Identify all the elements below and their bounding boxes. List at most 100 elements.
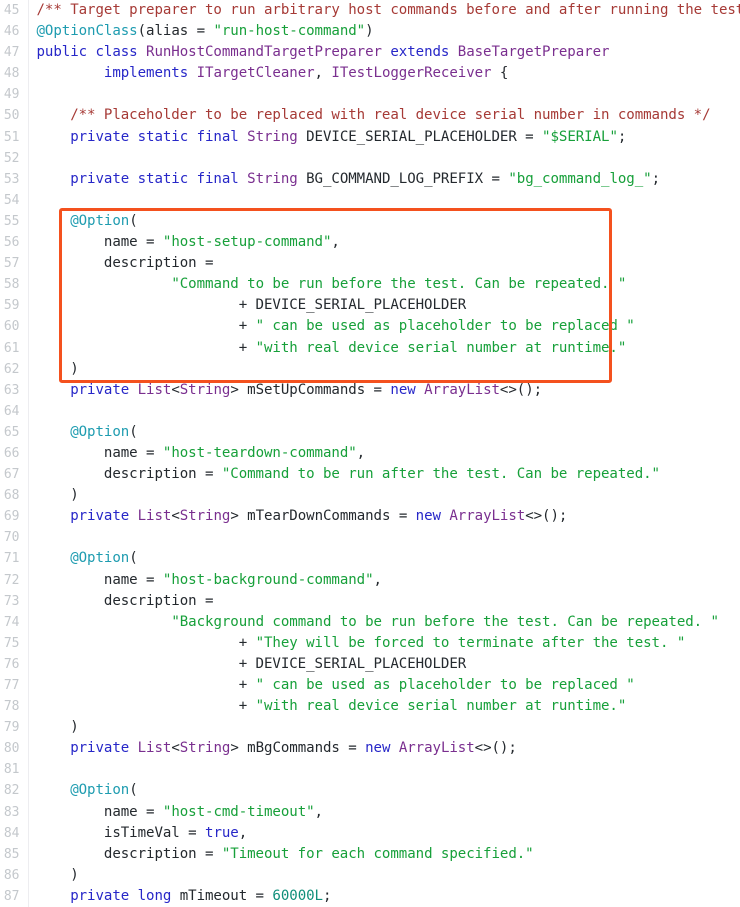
line-content[interactable]: description = "Timeout for each command … [28, 844, 740, 865]
code-line[interactable]: 75 + "They will be forced to terminate a… [0, 633, 740, 654]
token-pl: < [171, 382, 179, 398]
code-line[interactable]: 51 private static final String DEVICE_SE… [0, 127, 740, 148]
line-content[interactable]: ) [28, 359, 740, 380]
code-line[interactable]: 52 [0, 148, 740, 169]
line-content[interactable]: private List<String> mBgCommands = new A… [28, 738, 740, 759]
code-line[interactable]: 79 ) [0, 717, 740, 738]
code-line[interactable]: 50 /** Placeholder to be replaced with r… [0, 105, 740, 126]
line-number: 71 [0, 548, 28, 569]
code-line[interactable]: 57 description = [0, 253, 740, 274]
code-line[interactable]: 76 + DEVICE_SERIAL_PLACEHOLDER [0, 654, 740, 675]
line-content[interactable]: "Command to be run before the test. Can … [28, 274, 740, 295]
code-line[interactable]: 60 + " can be used as placeholder to be … [0, 316, 740, 337]
code-line[interactable]: 71 @Option( [0, 548, 740, 569]
line-content[interactable]: isTimeVal = true, [28, 823, 740, 844]
line-content[interactable]: + " can be used as placeholder to be rep… [28, 316, 740, 337]
code-line[interactable]: 83 name = "host-cmd-timeout", [0, 802, 740, 823]
code-line[interactable]: 85 description = "Timeout for each comma… [0, 844, 740, 865]
code-line[interactable]: 64 [0, 401, 740, 422]
line-content[interactable]: private long mTimeout = 60000L; [28, 886, 740, 907]
line-content[interactable]: + DEVICE_SERIAL_PLACEHOLDER [28, 654, 740, 675]
code-line[interactable]: 78 + "with real device serial number at … [0, 696, 740, 717]
code-line[interactable]: 69 private List<String> mTearDownCommand… [0, 506, 740, 527]
code-line[interactable]: 86 ) [0, 865, 740, 886]
line-content[interactable] [28, 401, 740, 422]
code-line[interactable]: 55 @Option( [0, 211, 740, 232]
code-line[interactable]: 81 [0, 759, 740, 780]
code-line[interactable]: 66 name = "host-teardown-command", [0, 443, 740, 464]
line-content[interactable]: implements ITargetCleaner, ITestLoggerRe… [28, 63, 740, 84]
line-content[interactable]: /** Placeholder to be replaced with real… [28, 105, 740, 126]
code-line[interactable]: 61 + "with real device serial number at … [0, 338, 740, 359]
line-content[interactable]: @Option( [28, 422, 740, 443]
code-line[interactable]: 72 name = "host-background-command", [0, 570, 740, 591]
code-line[interactable]: 87 private long mTimeout = 60000L; [0, 886, 740, 907]
line-content[interactable]: private static final String BG_COMMAND_L… [28, 169, 740, 190]
line-content[interactable]: + " can be used as placeholder to be rep… [28, 675, 740, 696]
token-pl: mTimeout = [180, 888, 273, 904]
line-content[interactable]: @OptionClass(alias = "run-host-command") [28, 21, 740, 42]
code-line[interactable]: 56 name = "host-setup-command", [0, 232, 740, 253]
line-content[interactable] [28, 84, 740, 105]
line-content[interactable]: name = "host-setup-command", [28, 232, 740, 253]
line-content[interactable]: + "They will be forced to terminate afte… [28, 633, 740, 654]
line-content[interactable]: @Option( [28, 548, 740, 569]
token-pl [37, 65, 104, 81]
code-line[interactable]: 46@OptionClass(alias = "run-host-command… [0, 21, 740, 42]
code-line[interactable]: 80 private List<String> mBgCommands = ne… [0, 738, 740, 759]
code-line[interactable]: 49 [0, 84, 740, 105]
line-content[interactable]: @Option( [28, 211, 740, 232]
line-content[interactable]: ) [28, 485, 740, 506]
line-content[interactable] [28, 759, 740, 780]
code-line[interactable]: 65 @Option( [0, 422, 740, 443]
token-pl: BG_COMMAND_LOG_PREFIX = [298, 171, 509, 187]
line-content[interactable]: + "with real device serial number at run… [28, 696, 740, 717]
line-content[interactable]: ) [28, 865, 740, 886]
code-line[interactable]: 48 implements ITargetCleaner, ITestLogge… [0, 63, 740, 84]
line-content[interactable]: private List<String> mSetUpCommands = ne… [28, 380, 740, 401]
line-content[interactable]: private static final String DEVICE_SERIA… [28, 127, 740, 148]
code-line[interactable]: 63 private List<String> mSetUpCommands =… [0, 380, 740, 401]
line-content[interactable]: description = "Command to be run after t… [28, 464, 740, 485]
line-content[interactable]: @Option( [28, 780, 740, 801]
token-pl: + [37, 677, 256, 693]
line-content[interactable]: /** Target preparer to run arbitrary hos… [28, 0, 740, 21]
code-line[interactable]: 67 description = "Command to be run afte… [0, 464, 740, 485]
token-pl: description = [37, 466, 222, 482]
line-content[interactable]: name = "host-teardown-command", [28, 443, 740, 464]
token-kw: extends [382, 44, 458, 60]
code-viewer[interactable]: 45/** Target preparer to run arbitrary h… [0, 0, 740, 906]
code-line[interactable]: 62 ) [0, 359, 740, 380]
line-content[interactable] [28, 190, 740, 211]
line-content[interactable] [28, 148, 740, 169]
code-line[interactable]: 47public class RunHostCommandTargetPrepa… [0, 42, 740, 63]
line-content[interactable]: + "with real device serial number at run… [28, 338, 740, 359]
code-line[interactable]: 73 description = [0, 591, 740, 612]
code-line[interactable]: 74 "Background command to be run before … [0, 612, 740, 633]
token-pl [37, 550, 71, 566]
code-line[interactable]: 68 ) [0, 485, 740, 506]
code-line[interactable]: 59 + DEVICE_SERIAL_PLACEHOLDER [0, 295, 740, 316]
line-content[interactable]: name = "host-background-command", [28, 570, 740, 591]
line-number: 83 [0, 802, 28, 823]
line-content[interactable]: + DEVICE_SERIAL_PLACEHOLDER [28, 295, 740, 316]
code-line[interactable]: 58 "Command to be run before the test. C… [0, 274, 740, 295]
line-content[interactable]: private List<String> mTearDownCommands =… [28, 506, 740, 527]
token-kw: private [70, 508, 137, 524]
code-line[interactable]: 53 private static final String BG_COMMAN… [0, 169, 740, 190]
line-content[interactable] [28, 527, 740, 548]
code-line[interactable]: 77 + " can be used as placeholder to be … [0, 675, 740, 696]
line-number: 86 [0, 865, 28, 886]
code-line[interactable]: 54 [0, 190, 740, 211]
code-line[interactable]: 84 isTimeVal = true, [0, 823, 740, 844]
line-content[interactable]: ) [28, 717, 740, 738]
code-line[interactable]: 82 @Option( [0, 780, 740, 801]
line-content[interactable]: description = [28, 253, 740, 274]
line-number: 57 [0, 253, 28, 274]
line-content[interactable]: description = [28, 591, 740, 612]
line-content[interactable]: "Background command to be run before the… [28, 612, 740, 633]
code-line[interactable]: 70 [0, 527, 740, 548]
line-content[interactable]: public class RunHostCommandTargetPrepare… [28, 42, 740, 63]
line-content[interactable]: name = "host-cmd-timeout", [28, 802, 740, 823]
code-line[interactable]: 45/** Target preparer to run arbitrary h… [0, 0, 740, 21]
